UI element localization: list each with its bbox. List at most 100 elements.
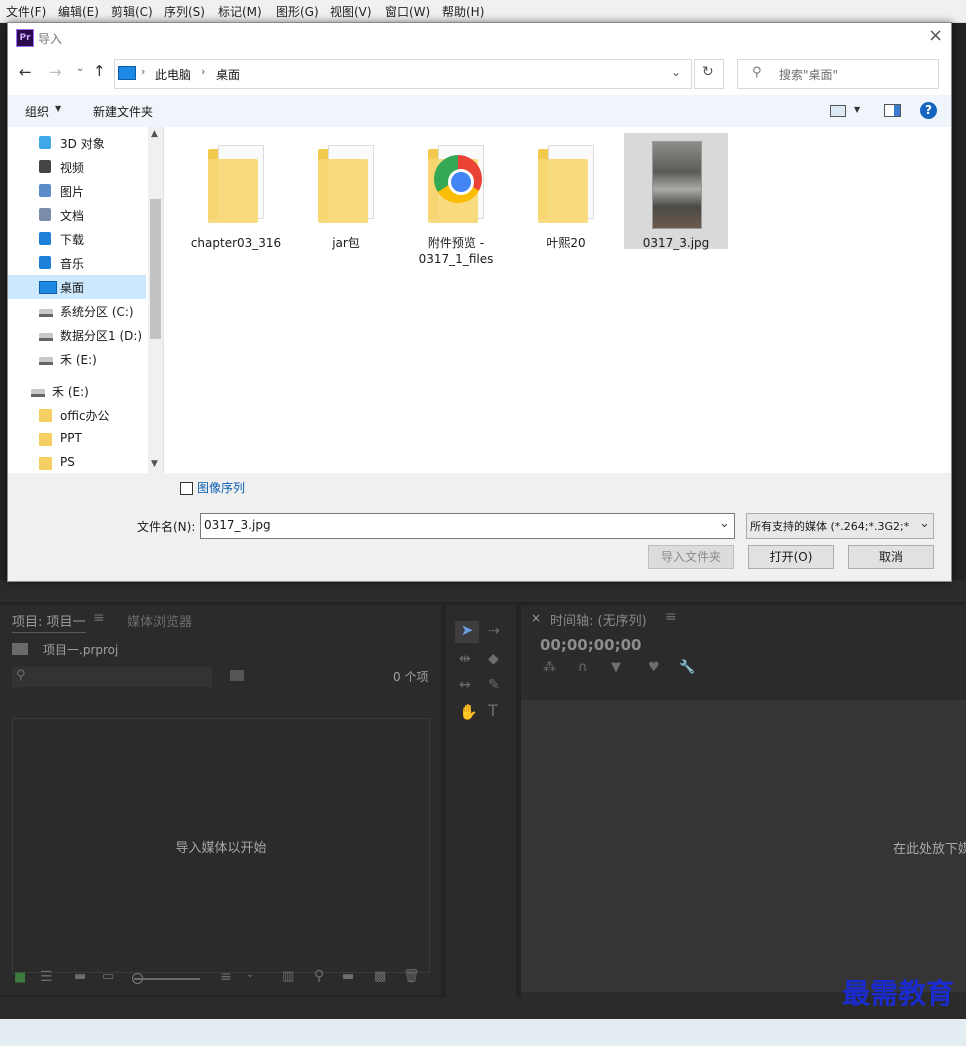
menu-markers[interactable]: 标记(M)	[218, 3, 262, 20]
search-input[interactable]: ⚲ 搜索"桌面"	[737, 59, 939, 89]
sidebar-item[interactable]: 下载	[8, 227, 146, 251]
new-folder-button[interactable]: 新建文件夹	[93, 103, 153, 120]
up-icon[interactable]: ↑	[93, 62, 106, 80]
zoom-slider-handle[interactable]	[132, 973, 143, 984]
menu-clip[interactable]: 剪辑(C)	[111, 3, 153, 20]
project-drop-area[interactable]: 导入媒体以开始	[12, 718, 430, 973]
menu-window[interactable]: 窗口(W)	[385, 3, 430, 20]
sidebar-item[interactable]: 文档	[8, 203, 146, 227]
recent-dropdown-icon[interactable]: ⌄	[76, 63, 84, 74]
close-icon[interactable]: ×	[928, 25, 943, 46]
tab-menu-icon[interactable]: ≡	[665, 609, 677, 625]
slip-icon[interactable]: ↔	[459, 677, 471, 693]
pen-icon[interactable]: ✎	[488, 677, 500, 693]
close-icon[interactable]: ×	[531, 611, 541, 625]
file-item[interactable]: 叶熙20	[514, 133, 618, 250]
menu-sequence[interactable]: 序列(S)	[164, 3, 205, 20]
linked-selection-icon[interactable]: ∩	[578, 660, 588, 675]
list-view-icon[interactable]: ☰	[40, 969, 53, 985]
wrench-icon[interactable]: 🔧	[679, 660, 695, 675]
icon-view-icon[interactable]: ▬	[74, 969, 86, 984]
hand-icon[interactable]: ✋	[459, 703, 478, 721]
marker-icon[interactable]: ♥	[648, 660, 660, 675]
sidebar-item[interactable]: PPT	[8, 427, 146, 451]
back-icon[interactable]: ←	[19, 63, 32, 81]
refresh-button[interactable]: ↻	[694, 59, 724, 89]
image-sequence-label[interactable]: 图像序列	[197, 479, 245, 496]
help-icon[interactable]: ?	[920, 102, 937, 119]
sidebar-item[interactable]: 3D 对象	[8, 131, 146, 155]
freeform-view-icon[interactable]: ▭	[102, 969, 114, 984]
filetype-select[interactable]: 所有支持的媒体 (*.264;*.3G2;* ⌄	[746, 513, 934, 539]
sort-icon[interactable]: ≡	[220, 969, 232, 985]
navigation-scrollbar[interactable]: ▲ ▼	[148, 127, 163, 473]
breadcrumb-this-pc[interactable]: 此电脑	[155, 66, 191, 83]
sidebar-item[interactable]: 音乐	[8, 251, 146, 275]
chevron-down-icon[interactable]: ⌄	[671, 65, 681, 79]
find-icon[interactable]: ⚲	[314, 968, 324, 984]
timeline-drop-area[interactable]: 在此处放下媒	[521, 700, 966, 992]
sidebar-item[interactable]: 视频	[8, 155, 146, 179]
sidebar-item[interactable]: 禾 (E:)	[8, 379, 146, 403]
lock-icon[interactable]: ■	[14, 970, 26, 985]
chevron-down-icon[interactable]: ▼	[854, 105, 860, 114]
track-select-icon[interactable]: ⇢	[488, 623, 500, 639]
filename-field[interactable]: 0317_3.jpg ⌄	[200, 513, 735, 539]
forward-icon[interactable]: →	[49, 63, 62, 81]
drop-hint: 在此处放下媒	[893, 842, 966, 857]
menu-help[interactable]: 帮助(H)	[442, 3, 484, 20]
sidebar-item[interactable]: 数据分区1 (D:)	[8, 323, 146, 347]
cancel-button[interactable]: 取消	[848, 545, 934, 569]
organize-button[interactable]: 组织	[25, 103, 49, 120]
new-bin-icon[interactable]: ▬	[342, 969, 354, 984]
tab-media-browser[interactable]: 媒体浏览器	[127, 611, 192, 630]
tab-menu-icon[interactable]: ≡	[93, 610, 105, 626]
tab-timeline[interactable]: 时间轴: (无序列)	[550, 610, 647, 629]
address-bar[interactable]: › 此电脑 › 桌面 ⌄	[114, 59, 692, 89]
new-item-icon[interactable]: ▩	[374, 969, 386, 984]
timecode[interactable]: 00;00;00;00	[540, 636, 642, 654]
trash-icon[interactable]: 🗑	[403, 969, 420, 984]
ripple-edit-icon[interactable]: ⇹	[459, 651, 471, 667]
type-tool-icon[interactable]: T	[488, 701, 498, 720]
menu-graphics[interactable]: 图形(G)	[276, 3, 319, 20]
project-search-input[interactable]: ⚲	[12, 667, 212, 687]
monitor-controls-strip	[0, 580, 966, 602]
image-sequence-checkbox[interactable]	[180, 482, 193, 495]
sort-dropdown-icon[interactable]: ⌄	[246, 969, 254, 980]
menu-view[interactable]: 视图(V)	[330, 3, 372, 20]
file-item[interactable]: chapter03_316	[184, 133, 288, 250]
menu-edit[interactable]: 编辑(E)	[58, 3, 99, 20]
razor-icon[interactable]: ◆	[488, 651, 499, 667]
menu-file[interactable]: 文件(F)	[6, 3, 46, 20]
file-item[interactable]: 0317_3.jpg	[624, 133, 728, 250]
snap-icon[interactable]: ⁂	[543, 660, 556, 675]
watermark: 最需教育	[842, 977, 955, 1010]
add-marker-icon[interactable]: ▼	[611, 660, 621, 675]
scrollbar-thumb[interactable]	[150, 199, 161, 339]
zoom-slider[interactable]	[134, 978, 200, 980]
selection-tool-icon[interactable]: ➤	[455, 621, 479, 643]
sidebar-item[interactable]: 系统分区 (C:)	[8, 299, 146, 323]
tab-project[interactable]: 项目: 项目一	[12, 611, 86, 633]
dialog-titlebar[interactable]: Pr 导入 ×	[8, 23, 951, 53]
view-options-icon[interactable]	[830, 105, 846, 117]
file-item[interactable]: 附件预览 - 0317_1_files	[404, 133, 508, 267]
new-search-bin-icon[interactable]	[230, 670, 244, 681]
sidebar-item[interactable]: 禾 (E:)	[8, 347, 146, 371]
open-button[interactable]: 打开(O)	[748, 545, 834, 569]
file-item[interactable]: jar包	[294, 133, 398, 250]
preview-pane-icon[interactable]	[884, 104, 901, 117]
automate-icon[interactable]: ▥	[282, 969, 294, 984]
sidebar-item[interactable]: 图片	[8, 179, 146, 203]
sidebar-item[interactable]: 桌面	[8, 275, 146, 299]
chevron-down-icon[interactable]: ▼	[55, 104, 61, 113]
scroll-down-icon[interactable]: ▼	[151, 459, 158, 469]
sidebar-item[interactable]: PS	[8, 451, 146, 475]
scroll-up-icon[interactable]: ▲	[151, 129, 158, 139]
breadcrumb-desktop[interactable]: 桌面	[216, 66, 240, 83]
sidebar-item-label: 下载	[60, 233, 85, 247]
chevron-down-icon[interactable]: ⌄	[719, 516, 730, 531]
sidebar-item[interactable]: offic办公	[8, 403, 146, 427]
import-folder-button[interactable]: 导入文件夹	[648, 545, 734, 569]
